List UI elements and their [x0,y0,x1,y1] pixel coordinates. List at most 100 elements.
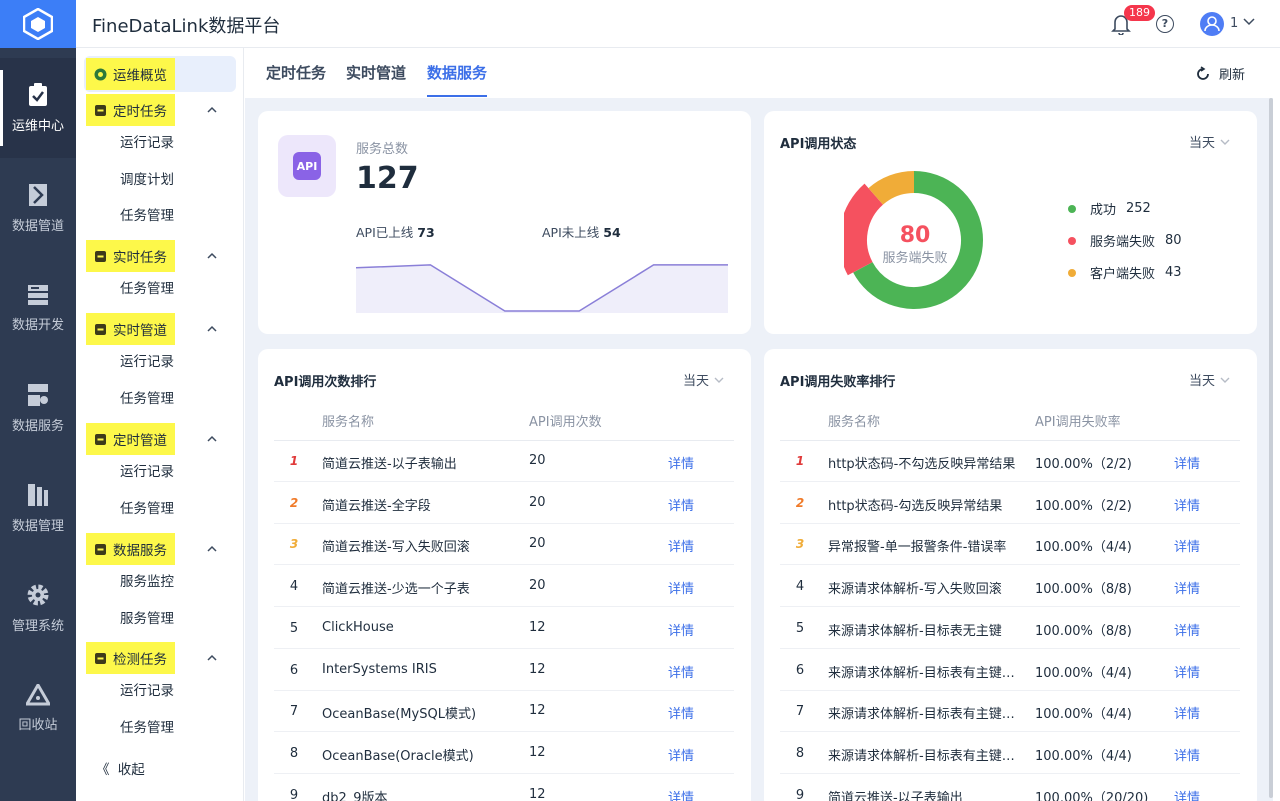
tab-realtime-pipeline[interactable]: 实时管道 [346,62,406,83]
detail-link[interactable]: 详情 [668,787,694,801]
detail-link[interactable]: 详情 [1174,703,1200,722]
detail-link[interactable]: 详情 [668,662,694,681]
chevron-down-icon[interactable] [1242,14,1256,28]
sidebar-group-1[interactable]: 实时任务 [76,240,244,272]
rail-item-data-manage[interactable]: 数据管理 [0,458,76,558]
clipboard-check-icon [29,82,47,106]
table-row: 3 简道云推送-写入失败回滚 20 详情 [274,524,734,566]
range-value: 当天 [683,374,710,389]
rail-item-recycle[interactable]: 回收站 [0,658,76,758]
column-header-count: API调用次数 [529,415,602,430]
sidebar-group-0[interactable]: 定时任务 [76,94,244,126]
service-name: 简道云推送-以子表输出 [828,790,963,801]
refresh-icon [1197,65,1209,80]
sidebar-subitem[interactable]: 任务管理 [120,274,174,304]
collapse-button[interactable]: 《 收起 [96,758,145,778]
detail-link[interactable]: 详情 [668,578,694,597]
sidebar-subitem[interactable]: 任务管理 [120,713,174,743]
row-value: 20 [529,536,546,552]
rail-item-data-dev[interactable]: 数据开发 [0,258,76,358]
table-row: 8 OceanBase(Oracle模式) 12 详情 [274,733,734,774]
row-value: 20 [529,453,546,468]
detail-link[interactable]: 详情 [1174,787,1200,801]
refresh-button[interactable]: 刷新 [1195,64,1245,83]
page-scrollbar[interactable] [1269,98,1273,798]
sidebar-subitem[interactable]: 任务管理 [120,201,174,231]
sidebar-subitem[interactable]: 调度计划 [120,165,174,195]
chevron-up-icon[interactable] [206,543,218,555]
detail-link[interactable]: 详情 [1174,453,1200,472]
detail-link[interactable]: 详情 [1174,536,1200,555]
rail-label: 运维中心 [11,118,64,134]
sidebar-subitem[interactable]: 运行记录 [120,347,174,377]
sidebar-subitem[interactable]: 任务管理 [120,384,174,414]
chevron-up-icon[interactable] [206,433,218,445]
tab-data-service[interactable]: 数据服务 [427,62,487,83]
tab-scheduled-task[interactable]: 定时任务 [266,62,326,83]
api-offline-value: 54 [603,225,621,240]
range-select[interactable]: 当天 [683,370,725,389]
row-value: 12 [529,703,546,719]
rank-number: 1 [795,454,805,468]
detail-link[interactable]: 详情 [668,703,694,722]
rail-item-data-service[interactable]: 数据服务 [0,358,76,458]
chevron-up-icon[interactable] [206,250,218,262]
service-name: 来源请求体解析-目标表无主键 [828,623,1002,639]
rank-number: 4 [289,579,299,595]
sidebar-group-2[interactable]: 实时管道 [76,313,244,345]
rail-item-system[interactable]: 管理系统 [0,558,76,658]
detail-link[interactable]: 详情 [668,536,694,555]
api-offline-label: API未上线 [542,225,600,240]
sidebar-item-overview[interactable]: 运维概览 [76,56,244,92]
row-value: 12 [529,661,546,677]
stack-icon [28,284,48,305]
detail-link[interactable]: 详情 [668,453,694,472]
service-name: 简道云推送-以子表输出 [322,457,457,472]
sidebar-subitem[interactable]: 服务管理 [120,604,174,634]
table-row: 3 异常报警-单一报警条件-错误率 100.00%（4/4) 详情 [780,524,1240,566]
legend-dot [1068,268,1076,277]
sidebar-group-label: 数据服务 [113,543,167,559]
rail-item-data-pipeline[interactable]: 数据管道 [0,158,76,258]
sidebar-group-5[interactable]: 检测任务 [76,642,244,674]
sidebar-subitem[interactable]: 服务监控 [120,567,174,597]
rail-item-ops-center[interactable]: 运维中心 [0,58,76,158]
sidebar-item-label: 运维概览 [113,68,167,84]
detail-link[interactable]: 详情 [668,745,694,764]
chevron-up-icon[interactable] [206,323,218,335]
service-name: 来源请求体解析-目标表有主键-... [828,748,1018,764]
detail-link[interactable]: 详情 [1174,662,1200,681]
range-select[interactable]: 当天 [1189,370,1231,389]
detail-link[interactable]: 详情 [668,495,694,514]
rail-label: 回收站 [18,717,58,733]
sidebar-subitem[interactable]: 运行记录 [120,676,174,706]
recycle-icon [26,683,50,705]
range-select[interactable]: 当天 [1189,132,1231,151]
chevron-up-icon[interactable] [206,652,218,664]
row-value: 100.00%（8/8) [1035,623,1132,639]
sidebar-group-4[interactable]: 数据服务 [76,533,244,565]
range-value: 当天 [1189,136,1216,151]
table-row: 9 简道云推送-以子表输出 100.00%（20/20) 详情 [780,775,1240,801]
sidebar-group-label: 实时任务 [113,250,167,266]
user-name[interactable]: 1 [1230,16,1238,31]
sidebar-subitem[interactable]: 运行记录 [120,128,174,158]
detail-link[interactable]: 详情 [1174,745,1200,764]
sidebar-subitem[interactable]: 运行记录 [120,457,174,487]
column-header-name: 服务名称 [828,415,881,430]
chevron-up-icon[interactable] [206,104,218,116]
detail-link[interactable]: 详情 [1174,578,1200,597]
detail-link[interactable]: 详情 [1174,620,1200,639]
donut-center-label: 服务端失败 [882,251,948,266]
detail-link[interactable]: 详情 [668,620,694,639]
detail-link[interactable]: 详情 [1174,495,1200,514]
sidebar-group-3[interactable]: 定时管道 [76,423,244,455]
avatar[interactable] [1200,12,1224,36]
legend-dot [1068,204,1076,213]
sidebar-group-inner: 数据服务 [86,533,175,565]
help-icon[interactable]: ? [1156,15,1174,33]
app-logo[interactable] [0,0,76,48]
notification-badge: 189 [1124,5,1155,21]
sidebar-subitem[interactable]: 任务管理 [120,494,174,524]
rank-number: 2 [795,495,805,510]
